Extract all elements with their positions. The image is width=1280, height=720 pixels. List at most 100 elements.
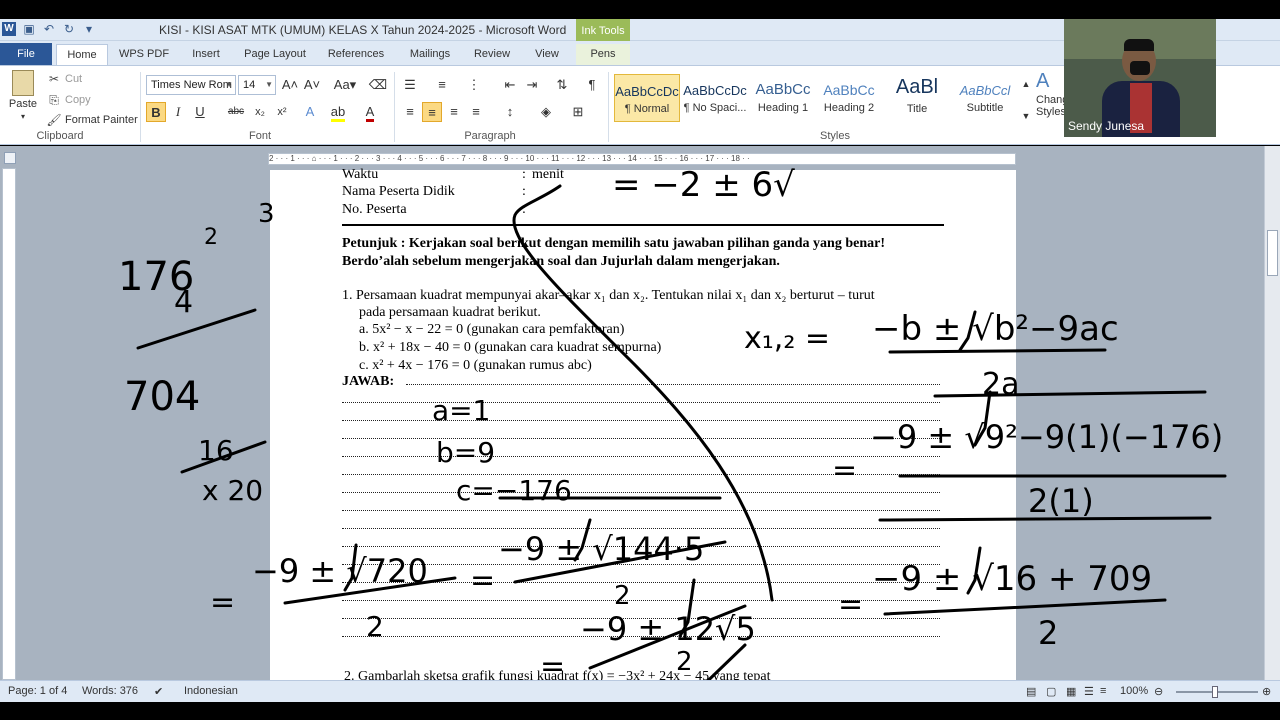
print-layout-icon[interactable]: ▤ [1026, 685, 1036, 698]
superscript-button[interactable]: x² [272, 102, 292, 122]
answer-line [342, 636, 940, 637]
multilevel-list-icon[interactable]: ⋮ [464, 75, 484, 95]
scrollbar-thumb[interactable] [1267, 230, 1278, 276]
web-layout-icon[interactable]: ▦ [1066, 685, 1076, 698]
answer-line [342, 438, 940, 439]
answer-line [342, 456, 940, 457]
decrease-indent-icon[interactable]: ⇤ [500, 75, 520, 95]
header-row-nama: Nama Peserta Didik : [342, 184, 526, 199]
font-name-dropdown[interactable]: Times New Rom ▼ [146, 75, 236, 95]
tab-references[interactable]: References [318, 44, 394, 65]
style-title[interactable]: AaBl Title [884, 74, 950, 122]
horizontal-ruler[interactable]: 2 · · · 1 · · · ⌂ · · · 1 · · · 2 · · · … [268, 153, 1016, 165]
increase-indent-icon[interactable]: ⇥ [522, 75, 542, 95]
vertical-scrollbar[interactable] [1264, 146, 1280, 680]
customize-toolbar-icon[interactable]: ▾ [82, 22, 96, 36]
styles-more-icon[interactable]: ▼ [1020, 106, 1032, 126]
page-count[interactable]: Page: 1 of 4 [8, 685, 67, 697]
document-page[interactable]: Waktu : menit Nama Peserta Didik : No. P… [270, 167, 1016, 680]
question-1-line-2: pada persamaan kuadrat berikut. [359, 305, 541, 320]
zoom-level[interactable]: 100% [1120, 685, 1148, 697]
change-styles-button[interactable]: A Change Styles [1036, 70, 1075, 118]
numbering-icon[interactable]: ≡ [432, 75, 452, 95]
proofing-icon[interactable]: ✔ [154, 685, 163, 698]
shading-icon[interactable]: ◈ [536, 102, 556, 122]
paste-button[interactable]: Paste ▾ [8, 70, 38, 121]
format-painter-button[interactable]: 🖌 Format Painter [46, 112, 137, 128]
answer-line [406, 384, 940, 385]
zoom-out-icon[interactable]: ⊖ [1154, 685, 1163, 698]
language-indicator[interactable]: Indonesian [184, 685, 238, 697]
shrink-font-icon[interactable]: A˅ [302, 75, 322, 95]
grow-font-icon[interactable]: A˄ [280, 75, 300, 95]
presenter-cap [1124, 39, 1154, 51]
font-color-icon[interactable]: A [360, 102, 380, 122]
tab-home[interactable]: Home [56, 44, 108, 65]
highlight-icon[interactable]: ab [328, 102, 348, 122]
show-formatting-icon[interactable]: ¶ [582, 75, 602, 95]
word-count[interactable]: Words: 376 [82, 685, 138, 697]
save-icon[interactable]: ▣ [22, 22, 36, 36]
clipboard-group-label: Clipboard [36, 130, 84, 142]
draft-icon[interactable]: ≡ [1100, 685, 1106, 697]
tab-selector[interactable] [4, 152, 16, 164]
outline-icon[interactable]: ☰ [1084, 685, 1094, 698]
bullets-icon[interactable]: ☰ [400, 75, 420, 95]
header-divider [342, 224, 944, 226]
subscript-button[interactable]: x₂ [250, 102, 270, 122]
full-screen-icon[interactable]: ▢ [1046, 685, 1056, 698]
style-heading-1[interactable]: AaBbCc Heading 1 [750, 74, 816, 122]
underline-button[interactable]: U [190, 102, 210, 122]
tab-wps-pdf[interactable]: WPS PDF [114, 44, 174, 65]
justify-icon[interactable]: ≡ [466, 102, 486, 122]
redo-icon[interactable]: ↻ [62, 22, 76, 36]
style-subtitle[interactable]: AaBbCcl Subtitle [952, 74, 1018, 122]
undo-icon[interactable]: ↶ [42, 22, 56, 36]
text-effects-icon[interactable]: A [300, 102, 320, 122]
zoom-slider-handle[interactable] [1212, 686, 1218, 698]
align-left-icon[interactable]: ≡ [400, 102, 420, 122]
align-right-icon[interactable]: ≡ [444, 102, 464, 122]
word-logo-icon[interactable]: W [2, 22, 16, 36]
style-heading-2[interactable]: AaBbCc Heading 2 [816, 74, 882, 122]
chevron-down-icon: ▼ [265, 80, 273, 89]
answer-line [342, 420, 940, 421]
bold-button[interactable]: B [146, 102, 166, 122]
copy-button[interactable]: ⎘ Copy [46, 92, 91, 108]
styles-scroll-icon[interactable]: ▲ [1020, 74, 1032, 94]
font-size-dropdown[interactable]: 14 ▼ [238, 75, 276, 95]
tab-view[interactable]: View [524, 44, 570, 65]
quick-access-toolbar: W ▣ ↶ ↻ ▾ [2, 22, 96, 36]
question-1-option-a: a. 5x² − x − 22 = 0 (gunakan cara pemfak… [359, 322, 625, 337]
question-1-option-b: b. x² + 18x − 40 = 0 (gunakan cara kuadr… [359, 340, 662, 355]
clear-formatting-icon[interactable]: ⌫ [368, 75, 388, 95]
sort-icon[interactable]: ⇅ [552, 75, 572, 95]
line-spacing-icon[interactable]: ↕ [500, 102, 520, 122]
cut-button[interactable]: ✂ Cut [46, 71, 82, 87]
borders-icon[interactable]: ⊞ [568, 102, 588, 122]
strikethrough-button[interactable]: abc [224, 102, 248, 122]
answer-line [342, 600, 940, 601]
align-center-icon[interactable]: ≡ [422, 102, 442, 122]
answer-line [342, 618, 940, 619]
tab-page-layout[interactable]: Page Layout [238, 44, 312, 65]
font-group-label: Font [248, 130, 271, 142]
copy-icon: ⎘ [49, 93, 59, 107]
zoom-in-icon[interactable]: ⊕ [1262, 685, 1271, 698]
vertical-ruler[interactable] [2, 168, 16, 680]
tab-pens[interactable]: Pens [576, 44, 630, 65]
instruction-line-1: Petunjuk : Kerjakan soal berikut dengan … [342, 236, 885, 251]
tab-insert[interactable]: Insert [180, 44, 232, 65]
tab-review[interactable]: Review [466, 44, 518, 65]
scissors-icon: ✂ [48, 72, 60, 86]
style-no-spacing[interactable]: AaBbCcDc ¶ No Spaci... [682, 74, 748, 122]
answer-line [342, 546, 940, 547]
tab-mailings[interactable]: Mailings [400, 44, 460, 65]
answer-line [342, 402, 940, 403]
italic-button[interactable]: I [168, 102, 188, 122]
tab-file[interactable]: File [0, 43, 52, 65]
change-case-icon[interactable]: Aa▾ [332, 75, 358, 95]
style-normal[interactable]: AaBbCcDc ¶ Normal [614, 74, 680, 122]
answer-line [342, 492, 940, 493]
presenter-name: Sendy Junesa [1068, 119, 1145, 133]
